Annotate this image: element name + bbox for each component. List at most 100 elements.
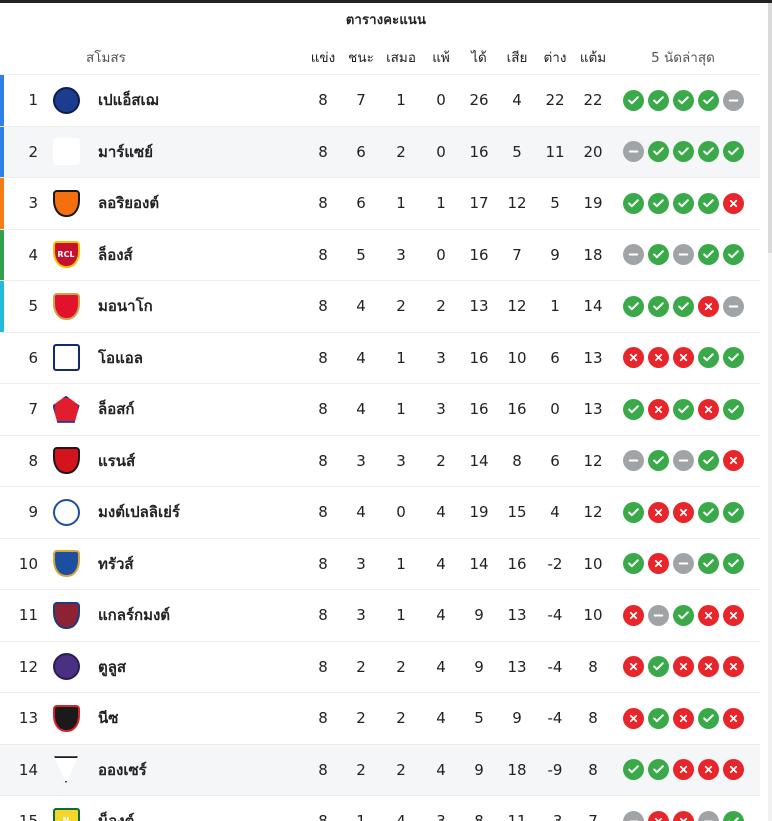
form-loss-icon [672, 759, 694, 781]
goals-for-value: 9 [474, 760, 484, 779]
team-name[interactable]: เปแอ็สเฌ [86, 88, 304, 112]
form-cell [612, 656, 760, 678]
lost-value: 0 [436, 245, 446, 264]
table-row[interactable]: 6 OL โอแอล 8 4 1 3 16 10 6 13 [0, 331, 760, 383]
form-win-icon [647, 707, 669, 729]
form-win-icon [622, 553, 644, 575]
team-crest-cell: OL [46, 344, 86, 372]
standings-table: # สโมสร แข่ง ชนะ เสมอ แพ้ ได้ เสีย ต่าง … [0, 40, 760, 821]
team-name[interactable]: มอนาโก [86, 294, 304, 318]
won-value: 1 [342, 812, 380, 821]
toulouse-crest-icon [52, 653, 80, 681]
table-row[interactable]: 12 ตูลูส 8 2 2 4 9 13 -4 8 [0, 640, 760, 692]
form-cell [612, 192, 760, 214]
form-draw-icon [722, 295, 744, 317]
team-name[interactable]: นีซ [86, 706, 304, 730]
troyes-crest-icon [52, 550, 80, 578]
team-name[interactable]: อองเซร์ [86, 758, 304, 782]
table-row[interactable]: 14 SCO อองเซร์ 8 2 2 4 9 18 -9 8 [0, 743, 760, 795]
table-row[interactable]: 11 แกลร์กมงต์ 8 3 1 4 9 13 -4 10 [0, 589, 760, 641]
team-name[interactable]: แกลร์กมงต์ [86, 603, 304, 627]
table-row[interactable]: 4 RCL ล็องส์ 8 5 3 0 16 7 9 18 [0, 228, 760, 280]
goals-against-value: 10 [507, 348, 527, 367]
form-draw-icon [672, 553, 694, 575]
table-row[interactable]: 15Nน็องต์8143811-37 [0, 795, 760, 821]
lost-value: 4 [436, 760, 446, 779]
goal-diff-value: 22 [545, 91, 565, 110]
goals-against-value: 16 [507, 400, 527, 419]
form-loss-icon [672, 707, 694, 729]
table-row[interactable]: 10 ทรัวส์ 8 3 1 4 14 16 -2 10 [0, 537, 760, 589]
table-row[interactable]: 8 แรนส์ 8 3 3 2 14 8 6 12 [0, 434, 760, 486]
goal-diff-value: 11 [545, 142, 565, 161]
points-value: 12 [583, 503, 603, 522]
form-win-icon [722, 141, 744, 163]
goal-diff-value: 6 [550, 348, 560, 367]
played-value: 8 [318, 709, 328, 728]
clermont-crest-icon [52, 601, 80, 629]
form-loss-icon [722, 192, 744, 214]
team-name[interactable]: ล็องส์ [86, 243, 304, 267]
row-rank: 8 [28, 451, 38, 470]
team-name[interactable]: มงต์เปลลิเย่ร์ [86, 500, 304, 524]
header-goals-against: เสีย [506, 50, 528, 66]
team-crest-cell: N [46, 807, 86, 821]
won-value: 2 [356, 657, 366, 676]
form-win-icon [672, 141, 694, 163]
points-value: 18 [583, 245, 603, 264]
team-crest-cell [46, 292, 86, 320]
team-name[interactable]: มาร์แซย์ [86, 140, 304, 164]
goal-diff-value: -3 [536, 812, 574, 821]
goal-diff-value: -4 [547, 657, 563, 676]
header-club: สโมสร [86, 50, 126, 66]
form-win-icon [697, 450, 719, 472]
row-rank: 1 [28, 91, 38, 110]
form-win-icon [722, 810, 744, 821]
team-name[interactable]: โอแอล [86, 346, 304, 370]
team-name[interactable]: ลอริยองต์ [86, 191, 304, 215]
header-played: แข่ง [310, 50, 336, 66]
row-rank: 3 [28, 194, 38, 213]
played-value: 8 [304, 812, 342, 821]
form-draw-icon [622, 810, 644, 821]
team-crest-cell [46, 601, 86, 629]
rennes-crest-icon [52, 447, 80, 475]
form-win-icon [697, 141, 719, 163]
table-row[interactable]: 13 นีซ 8 2 2 4 5 9 -4 8 [0, 692, 760, 744]
goals-for-value: 16 [469, 245, 489, 264]
team-name[interactable]: แรนส์ [86, 449, 304, 473]
team-name[interactable]: ล็อสก์ [86, 397, 304, 421]
nice-crest-icon [52, 704, 80, 732]
form-loss-icon [647, 553, 669, 575]
table-row[interactable]: 3 ลอริยองต์ 8 6 1 1 17 12 5 19 [0, 177, 760, 229]
form-win-icon [647, 141, 669, 163]
form-win-icon [697, 192, 719, 214]
points-value: 8 [588, 709, 598, 728]
goals-for-value: 8 [460, 812, 498, 821]
table-row[interactable]: 2 มาร์แซย์ 8 6 2 0 16 5 11 20 [0, 125, 760, 177]
scrollbar-thumb[interactable] [768, 3, 772, 253]
goals-for-value: 16 [469, 400, 489, 419]
page-scrollbar[interactable] [768, 3, 772, 821]
points-value: 10 [583, 606, 603, 625]
team-name[interactable]: ตูลูส [86, 655, 304, 679]
form-win-icon [722, 501, 744, 523]
form-win-icon [697, 89, 719, 111]
team-name[interactable]: ทรัวส์ [86, 552, 304, 576]
form-loss-icon [722, 759, 744, 781]
header-goals-for: ได้ [471, 50, 487, 66]
table-row[interactable]: 5 มอนาโก 8 4 2 2 13 12 1 14 [0, 280, 760, 332]
table-row[interactable]: 1 เปแอ็สเฌ 8 7 1 0 26 4 22 22 [0, 74, 760, 126]
table-row[interactable]: 9 มงต์เปลลิเย่ร์ 8 4 0 4 19 15 4 12 [0, 486, 760, 538]
form-loss-icon [622, 656, 644, 678]
table-header-row: # สโมสร แข่ง ชนะ เสมอ แพ้ ได้ เสีย ต่าง … [0, 40, 760, 74]
played-value: 8 [318, 503, 328, 522]
table-row[interactable]: 7 ล็อสก์ 8 4 1 3 16 16 0 13 [0, 383, 760, 435]
goal-diff-value: -4 [547, 709, 563, 728]
team-name[interactable]: น็องต์ [86, 809, 304, 821]
won-value: 6 [356, 142, 366, 161]
form-draw-icon [622, 141, 644, 163]
won-value: 4 [356, 503, 366, 522]
form-cell [612, 604, 760, 626]
won-value: 2 [356, 709, 366, 728]
